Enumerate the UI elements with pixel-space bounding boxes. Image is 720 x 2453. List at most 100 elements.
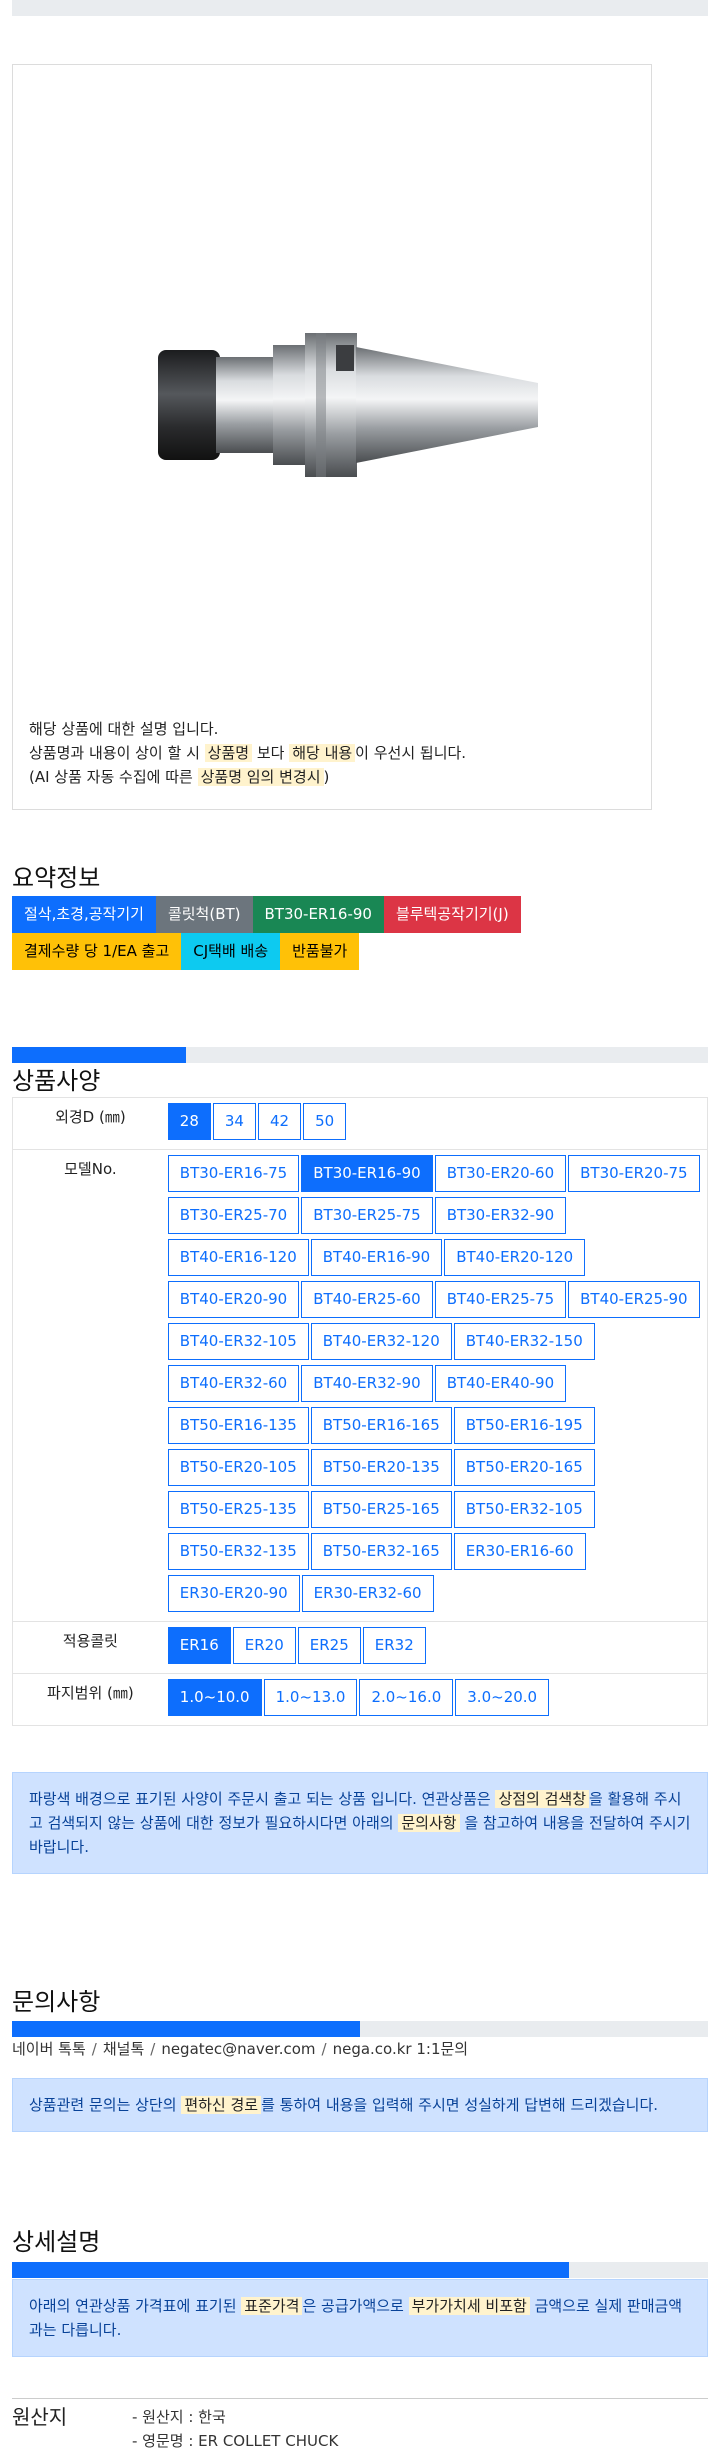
product-image <box>158 333 538 477</box>
contact-link[interactable]: 네이버 톡톡 <box>12 2040 86 2058</box>
alert-highlight-inquiry: 문의사항 <box>398 1814 460 1832</box>
inquiry-info-alert: 상품관련 문의는 상단의 편하신 경로 를 통하여 내용을 입력해 주시면 성실하… <box>12 2078 708 2132</box>
spec-row: 모델No. BT30-ER16-75 BT30-ER16-90 BT30-ER20-6… <box>13 1150 707 1622</box>
spec-option-2-0-16-0[interactable]: 2.0~16.0 <box>359 1679 454 1716</box>
product-notice: 해당 상품에 대한 설명 입니다. 상품명과 내용이 상이 할 시 상품명 보다… <box>29 717 466 789</box>
spec-option-bt40-er20-90[interactable]: BT40-ER20-90 <box>167 1281 300 1318</box>
spec-option-50[interactable]: 50 <box>303 1103 347 1140</box>
alert-text: 를 통하여 내용을 입력해 주시면 성실하게 답변해 드리겠습니다. <box>261 2096 659 2114</box>
spec-option-bt40-er32-90[interactable]: BT40-ER32-90 <box>301 1365 433 1402</box>
spec-option-1-0-13-0[interactable]: 1.0~13.0 <box>263 1679 358 1716</box>
alert-highlight-standard-price: 표준가격 <box>241 2297 303 2315</box>
spec-option-bt50-er20-165[interactable]: BT50-ER20-165 <box>453 1449 595 1486</box>
spec-option-er16[interactable]: ER16 <box>167 1627 231 1664</box>
alert-highlight-route: 편하신 경로 <box>181 2096 262 2114</box>
notice-text: 이 우선시 됩니다. <box>355 744 467 762</box>
summary-tag: 결제수량 당 1/EA 출고 <box>12 933 182 970</box>
spec-option-bt50-er32-135[interactable]: BT50-ER32-135 <box>167 1533 309 1570</box>
spec-option-er20[interactable]: ER20 <box>232 1627 296 1664</box>
notice-highlight-rename: 상품명 임의 변경시 <box>197 768 324 786</box>
contact-separator: / <box>150 2040 156 2058</box>
spec-option-34[interactable]: 34 <box>212 1103 256 1140</box>
spec-option-42[interactable]: 42 <box>257 1103 302 1140</box>
detail-progress-fill <box>12 2262 569 2278</box>
spec-row-label: 모델No. <box>64 1160 117 1178</box>
spec-option-bt40-er25-60[interactable]: BT40-ER25-60 <box>301 1281 433 1318</box>
spec-option-bt40-er40-90[interactable]: BT40-ER40-90 <box>434 1365 567 1402</box>
alert-text: 파랑색 배경으로 표기된 사양이 주문시 출고 되는 상품 입니다. 연관상품은 <box>29 1790 496 1808</box>
spec-option-bt40-er16-90[interactable]: BT40-ER16-90 <box>310 1239 443 1276</box>
contact-separator: / <box>321 2040 327 2058</box>
summary-tag: 반품불가 <box>280 933 360 970</box>
spec-row: 적용콜릿 ER16 ER20 ER25 ER32 <box>13 1622 707 1674</box>
spec-row-label: 외경D (㎜) <box>55 1108 126 1126</box>
spec-option-er32[interactable]: ER32 <box>362 1627 426 1664</box>
origin-label: 원산지 <box>12 2405 68 2429</box>
spec-option-bt50-er25-165[interactable]: BT50-ER25-165 <box>310 1491 452 1528</box>
spec-option-er30-er20-90[interactable]: ER30-ER20-90 <box>167 1575 300 1612</box>
spec-option-bt50-er16-165[interactable]: BT50-ER16-165 <box>310 1407 452 1444</box>
spec-option-3-0-20-0[interactable]: 3.0~20.0 <box>455 1679 550 1716</box>
spec-option-1-0-10-0[interactable]: 1.0~10.0 <box>167 1679 262 1716</box>
summary-tag: BT30-ER16-90 <box>252 896 384 933</box>
alert-text: 상품관련 문의는 상단의 <box>29 2096 182 2114</box>
summary-tags: 절삭,초경,공작기기 콜릿척(BT) BT30-ER16-90 블루텍공작기기(J) … <box>12 896 612 970</box>
contact-link[interactable]: 채널톡 <box>103 2040 144 2058</box>
spec-option-bt40-er16-120[interactable]: BT40-ER16-120 <box>167 1239 309 1276</box>
spec-option-er30-er32-60[interactable]: ER30-ER32-60 <box>301 1575 434 1612</box>
spec-option-bt30-er25-75[interactable]: BT30-ER25-75 <box>301 1197 433 1234</box>
spec-option-bt50-er16-195[interactable]: BT50-ER16-195 <box>453 1407 595 1444</box>
inquiry-progress-bar <box>12 2021 708 2037</box>
notice-line-3: (AI 상품 자동 수집에 따른 상품명 임의 변경시) <box>29 765 466 789</box>
spec-option-bt30-er16-90[interactable]: BT30-ER16-90 <box>301 1155 433 1192</box>
spec-option-bt40-er32-105[interactable]: BT40-ER32-105 <box>167 1323 309 1360</box>
spec-option-bt40-er32-60[interactable]: BT40-ER32-60 <box>167 1365 300 1402</box>
spec-option-bt40-er25-90[interactable]: BT40-ER25-90 <box>568 1281 700 1318</box>
contact-link[interactable]: nega.co.kr 1:1문의 <box>333 2040 469 2058</box>
notice-text: 보다 <box>252 744 290 762</box>
spec-option-bt40-er25-75[interactable]: BT40-ER25-75 <box>434 1281 567 1318</box>
summary-tag: 블루텍공작기기(J) <box>383 896 521 933</box>
spec-progress-bar <box>12 1047 708 1063</box>
spec-option-bt50-er32-105[interactable]: BT50-ER32-105 <box>453 1491 595 1528</box>
spec-option-bt40-er32-150[interactable]: BT40-ER32-150 <box>453 1323 595 1360</box>
notice-line-2: 상품명과 내용이 상이 할 시 상품명 보다 해당 내용 이 우선시 됩니다. <box>29 741 466 765</box>
spec-option-bt40-er20-120[interactable]: BT40-ER20-120 <box>444 1239 586 1276</box>
origin-country: - 원산지 : 한국 <box>132 2408 226 2426</box>
spec-table: 외경D (㎜) 28 34 42 50 모델No. BT30-ER16-75 BT30-ER1… <box>12 1097 708 1726</box>
origin-english-name: - 영문명 : ER COLLET CHUCK <box>132 2432 339 2450</box>
notice-text: ) <box>323 768 330 786</box>
alert-text: 은 공급가액으로 <box>302 2297 409 2315</box>
top-divider-bar <box>12 0 708 16</box>
detail-title: 상세설명 <box>12 2228 101 2256</box>
spec-option-28[interactable]: 28 <box>167 1103 211 1140</box>
spec-option-bt50-er32-165[interactable]: BT50-ER32-165 <box>310 1533 452 1570</box>
detail-info-alert: 아래의 연관상품 가격표에 표기된 표준가격 은 공급가액으로 부가가치세 비포함… <box>12 2279 708 2357</box>
spec-option-bt50-er20-105[interactable]: BT50-ER20-105 <box>167 1449 309 1486</box>
summary-tag: 절삭,초경,공작기기 <box>12 896 156 933</box>
spec-row-options: ER16 ER20 ER25 ER32 <box>167 1622 707 1673</box>
spec-option-bt30-er20-75[interactable]: BT30-ER20-75 <box>568 1155 700 1192</box>
notice-line-1: 해당 상품에 대한 설명 입니다. <box>29 720 219 738</box>
spec-option-bt50-er16-135[interactable]: BT50-ER16-135 <box>167 1407 309 1444</box>
contact-separator: / <box>91 2040 97 2058</box>
spec-option-bt40-er32-120[interactable]: BT40-ER32-120 <box>310 1323 452 1360</box>
spec-row: 외경D (㎜) 28 34 42 50 <box>13 1098 707 1150</box>
notice-text: 상품명과 내용이 상이 할 시 <box>29 744 205 762</box>
spec-option-bt50-er20-135[interactable]: BT50-ER20-135 <box>310 1449 452 1486</box>
summary-title: 요약정보 <box>12 864 101 892</box>
spec-option-bt50-er25-135[interactable]: BT50-ER25-135 <box>167 1491 309 1528</box>
spec-option-bt30-er25-70[interactable]: BT30-ER25-70 <box>167 1197 300 1234</box>
spec-option-bt30-er20-60[interactable]: BT30-ER20-60 <box>434 1155 567 1192</box>
contact-link[interactable]: negatec@naver.com <box>161 2040 315 2058</box>
spec-option-er30-er16-60[interactable]: ER30-ER16-60 <box>453 1533 586 1570</box>
spec-option-bt30-er16-75[interactable]: BT30-ER16-75 <box>167 1155 300 1192</box>
spec-row-options: BT30-ER16-75 BT30-ER16-90 BT30-ER20-60 BT30… <box>167 1150 707 1621</box>
summary-tag-row-1: 절삭,초경,공작기기 콜릿척(BT) BT30-ER16-90 블루텍공작기기(J) <box>12 896 612 933</box>
origin-values: - 원산지 : 한국 - 영문명 : ER COLLET CHUCK <box>132 2405 338 2453</box>
spec-option-bt30-er32-90[interactable]: BT30-ER32-90 <box>434 1197 567 1234</box>
notice-highlight-product-name: 상품명 <box>204 744 253 762</box>
spec-option-er25[interactable]: ER25 <box>297 1627 361 1664</box>
spec-row-label: 적용콜릿 <box>62 1632 118 1650</box>
spec-row-options: 28 34 42 50 <box>167 1098 707 1149</box>
